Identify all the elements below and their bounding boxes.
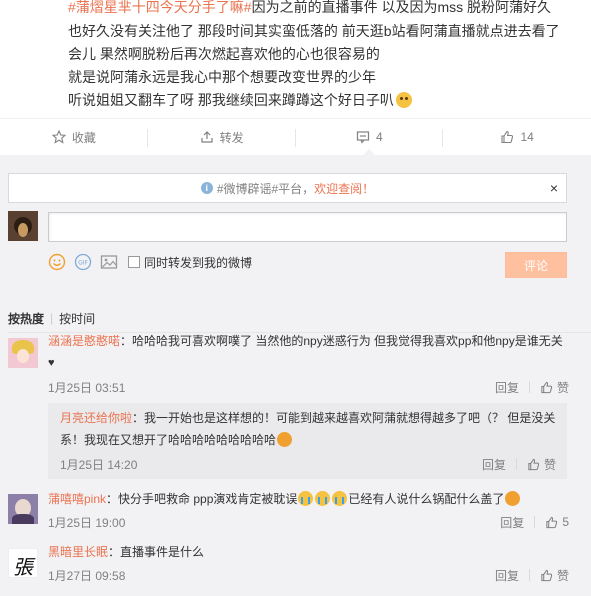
comment-button[interactable]: 4 <box>296 119 444 156</box>
crying-emoji-icon <box>315 491 331 506</box>
thumbs-up-icon <box>541 381 553 393</box>
like-button[interactable]: 14 <box>443 119 591 155</box>
reply-button[interactable]: 回复 <box>495 567 519 584</box>
like-button[interactable]: 赞 <box>540 379 569 396</box>
comment-text: 黑暗里长眠：直播事件是什么 <box>48 545 205 559</box>
checkbox[interactable] <box>128 256 140 268</box>
comment-username[interactable]: 蒲嘻嘻pink <box>48 492 106 506</box>
comment-meta: 1月25日 03:51 回复 赞 <box>48 378 569 396</box>
sort-by-hot-tab[interactable]: 按热度 <box>8 310 44 327</box>
divider <box>515 458 517 470</box>
thumbs-up-icon <box>546 516 558 528</box>
thumbs-up-icon <box>501 130 514 144</box>
avatar[interactable]: 張 <box>8 548 38 578</box>
reply-thread: 月亮还给你啦：我一开始也是这样想的！可能到越来越喜欢阿蒲就想得越多了吧（？ 但是… <box>48 403 567 479</box>
post-action-bar: 收藏 转发 4 14 <box>0 118 591 156</box>
reply-button[interactable]: 回复 <box>482 456 506 473</box>
sort-separator: | <box>50 311 54 325</box>
emoji-icon <box>505 491 521 506</box>
comment-username[interactable]: 黑暗里长眠 <box>48 545 108 559</box>
heart-emoji: ♥ <box>48 357 55 369</box>
emoji-icon <box>395 92 412 108</box>
sort-tabs: 按热度 | 按时间 <box>0 307 591 329</box>
notice-link[interactable]: 欢迎查阅！ <box>314 180 374 197</box>
info-icon: i <box>200 182 213 194</box>
comment-username[interactable]: 月亮还给你啦 <box>60 411 132 425</box>
comment-input[interactable] <box>48 212 567 242</box>
gif-icon[interactable]: GIF <box>74 253 92 271</box>
hashtag-link[interactable]: #蒲熠星芈十四今天分手了嘛# <box>68 0 252 15</box>
comment-time: 1月27日 09:58 <box>48 568 126 583</box>
composer-toolbar: GIF 同时转发到我的微博 <box>48 252 252 272</box>
comment-time: 1月25日 03:51 <box>48 380 126 395</box>
comment-text: 月亮还给你啦：我一开始也是这样想的！可能到越来越喜欢阿蒲就想得越多了吧（？ 但是… <box>60 411 556 447</box>
like-button[interactable]: 5 <box>545 515 569 529</box>
crying-emoji-icon <box>332 491 348 506</box>
repost-icon <box>201 131 213 143</box>
forward-checkbox[interactable]: 同时转发到我的微博 <box>128 254 252 271</box>
current-user-avatar[interactable] <box>8 211 38 241</box>
comment-icon <box>356 131 370 144</box>
comment-text: 蒲嘻嘻pink：快分手吧救命 ppp演戏肯定被耽误 已经有人说什么锅配什么盖了 <box>48 489 570 510</box>
repost-button[interactable]: 转发 <box>148 119 296 155</box>
close-icon[interactable]: × <box>550 180 558 196</box>
reply-button[interactable]: 回复 <box>495 379 519 396</box>
crying-emoji-icon <box>298 491 314 506</box>
comment-time: 1月25日 19:00 <box>48 515 126 530</box>
submit-comment-button[interactable]: 评论 <box>505 252 567 278</box>
comment-username[interactable]: 涵涵是憨憨喏 <box>48 334 120 348</box>
sort-by-time-tab[interactable]: 按时间 <box>59 310 95 327</box>
rumor-notice-banner: i #微博辟谣#平台， 欢迎查阅！ × <box>8 173 567 203</box>
emoji-picker-icon[interactable] <box>48 253 66 271</box>
avatar[interactable] <box>8 338 38 368</box>
image-upload-icon[interactable] <box>100 253 118 271</box>
post-line: #蒲熠星芈十四今天分手了嘛#因为之前的直播事件 以及因为mss 脱粉阿蒲好久 <box>68 0 552 15</box>
favorite-button[interactable]: 收藏 <box>0 119 148 155</box>
divider <box>534 516 536 528</box>
divider <box>528 381 530 393</box>
comment-meta: 1月27日 09:58 回复 赞 <box>48 566 569 584</box>
avatar[interactable] <box>8 494 38 524</box>
comment-time: 1月25日 14:20 <box>60 457 138 472</box>
svg-text:GIF: GIF <box>78 260 88 267</box>
post-line: 也好久没有关注他了 那段时间其实蛮低落的 前天逛b站看阿蒲直播就点进去看了 <box>68 23 560 39</box>
comment-text: 涵涵是憨憨喏：哈哈哈我可喜欢啊噗了 当然他的npy迷惑行为 但我觉得我喜欢pp和… <box>48 331 570 374</box>
post-line: 就是说阿蒲永远是我心中那个想要改变世界的少年 <box>68 69 376 85</box>
divider <box>528 569 530 581</box>
like-button[interactable]: 赞 <box>527 456 556 473</box>
star-icon <box>51 130 66 144</box>
reply-button[interactable]: 回复 <box>500 514 524 531</box>
comment-meta: 1月25日 14:20 回复 赞 <box>60 455 556 473</box>
comment-meta: 1月25日 19:00 回复 5 <box>48 513 569 531</box>
thumbs-up-icon <box>528 458 540 470</box>
like-button[interactable]: 赞 <box>540 567 569 584</box>
post-line: 会儿 果然啊脱粉后再次燃起喜欢他的心也很容易的 <box>68 46 380 62</box>
thumbs-up-icon <box>541 569 553 581</box>
post-line: 听说姐姐又翻车了呀 那我继续回来蹲蹲这个好日子叭 <box>68 89 412 112</box>
post-content: #蒲熠星芈十四今天分手了嘛#因为之前的直播事件 以及因为mss 脱粉阿蒲好久 也… <box>0 0 591 118</box>
emoji-icon <box>277 432 293 447</box>
